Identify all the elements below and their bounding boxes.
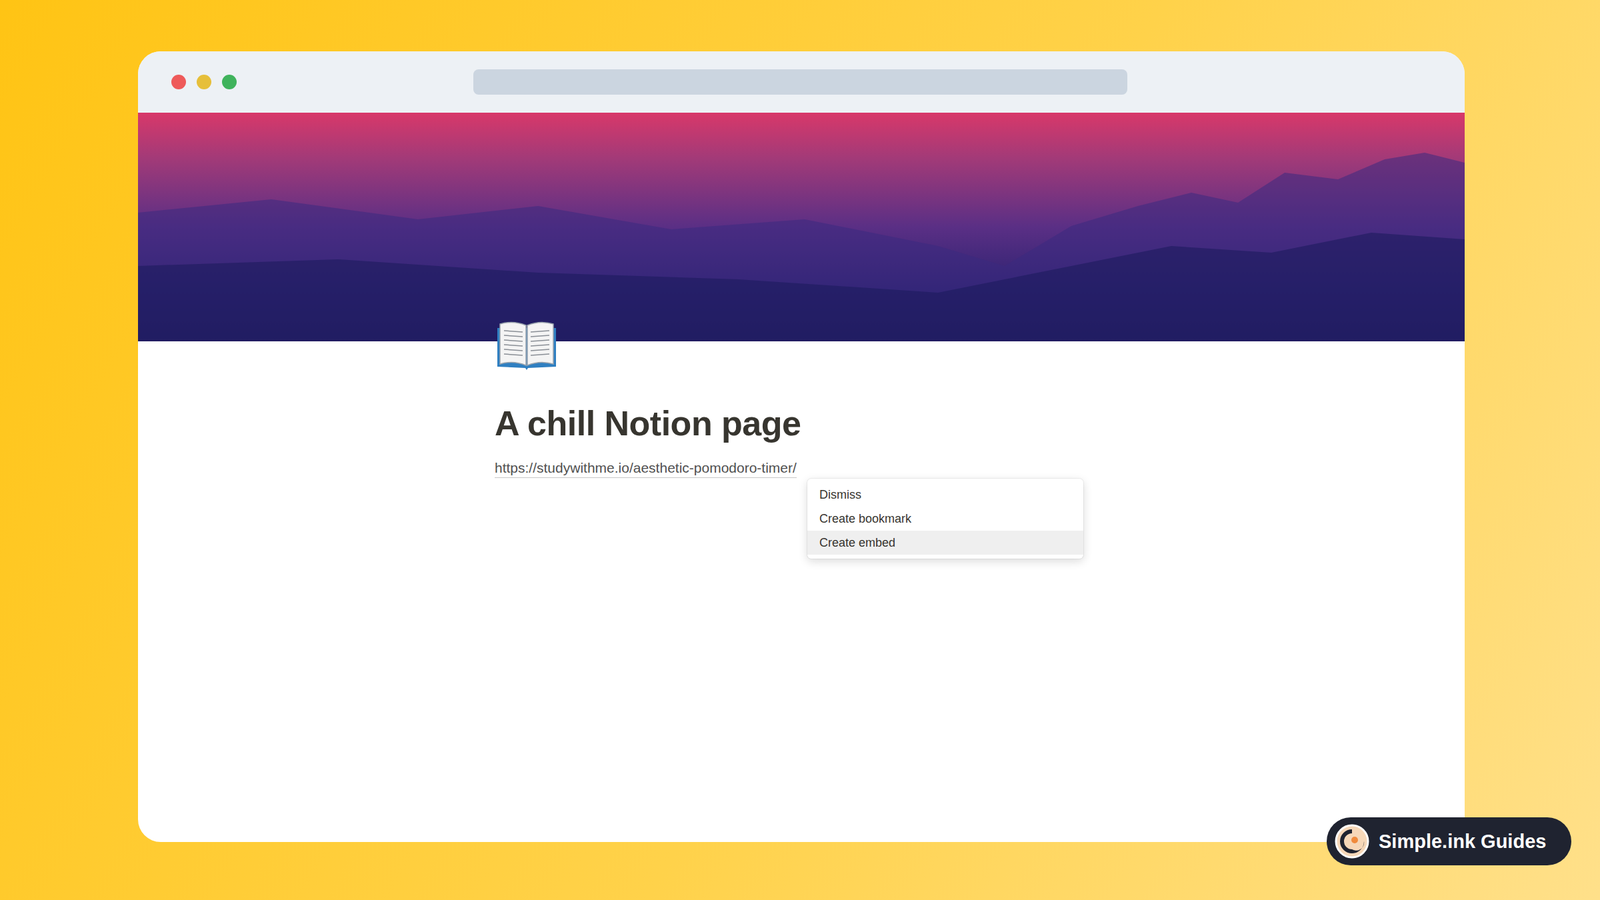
browser-window: A chill Notion page https://studywithme.i… bbox=[138, 51, 1465, 842]
minimize-button[interactable] bbox=[196, 74, 212, 90]
page-content: A chill Notion page https://studywithme.i… bbox=[138, 341, 1465, 478]
book-icon bbox=[494, 317, 559, 371]
menu-item[interactable]: Create bookmark bbox=[807, 506, 1084, 531]
maximize-button[interactable] bbox=[222, 74, 237, 90]
logo bbox=[1334, 824, 1370, 859]
menu-item-label[interactable]: Create bookmark bbox=[819, 512, 912, 526]
pasted-link[interactable]: https://studywithme.io/aesthetic-pomodor… bbox=[494, 458, 797, 478]
page-icon[interactable] bbox=[494, 317, 559, 371]
window-controls bbox=[171, 74, 237, 90]
address-bar[interactable] bbox=[473, 69, 1128, 95]
cover-image bbox=[138, 112, 1465, 342]
badge-label: Simple.ink Guides bbox=[1378, 830, 1546, 853]
title-bar bbox=[138, 51, 1465, 113]
page-title[interactable]: A chill Notion page bbox=[494, 402, 801, 444]
menu-item-label[interactable]: Dismiss bbox=[819, 488, 862, 502]
paste-menu: Dismiss Create bookmark Create embed bbox=[807, 478, 1084, 559]
menu-item-label[interactable]: Create embed bbox=[819, 536, 896, 550]
menu-item[interactable]: Dismiss bbox=[807, 482, 1084, 507]
menu-item[interactable]: Create embed bbox=[807, 530, 1084, 555]
brand-badge: Simple.ink Guides bbox=[1326, 817, 1572, 866]
cover-photo bbox=[138, 112, 1465, 342]
logo-icon bbox=[1334, 824, 1370, 859]
close-button[interactable] bbox=[171, 74, 186, 90]
